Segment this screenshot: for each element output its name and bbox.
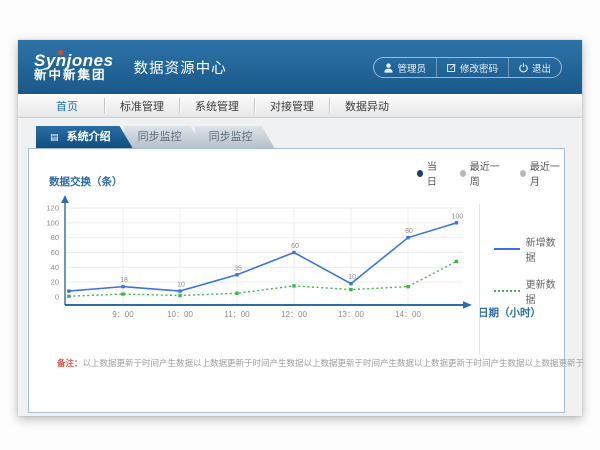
radio-dot-icon — [520, 170, 526, 177]
footnote-label: 备注： — [57, 358, 83, 368]
document-grid-icon: ▤ — [50, 132, 59, 142]
svg-text:18: 18 — [120, 277, 128, 284]
nav-item-integration-management[interactable]: 对接管理 — [255, 94, 329, 117]
svg-text:11：00: 11：00 — [224, 310, 250, 319]
tab-system-intro[interactable]: ▤ 系统介绍 — [36, 126, 133, 148]
logo-subtitle: 新中新集团 — [34, 69, 114, 82]
footnote: 备注：以上数据更新于时间产生数据以上数据更新于时间产生数据以上数据更新于时间产生… — [57, 357, 584, 369]
user-toolbar: 管理员 修改密码 退出 — [373, 57, 562, 78]
content-area: ▤ 系统介绍 同步监控 同步监控 当日 — [18, 118, 582, 416]
app-window: Synjones 新中新集团 数据资源中心 管理员 修改密码 — [18, 40, 582, 416]
svg-text:0: 0 — [55, 293, 59, 302]
legend-label: 更新数据 — [526, 276, 565, 306]
y-axis-title: 数据交换（条） — [49, 174, 123, 189]
svg-text:20: 20 — [51, 278, 59, 287]
svg-text:60: 60 — [51, 248, 59, 257]
svg-text:80: 80 — [51, 233, 59, 242]
user-icon — [384, 63, 393, 73]
svg-text:120: 120 — [46, 204, 59, 213]
svg-text:10: 10 — [177, 282, 185, 289]
edit-icon — [447, 63, 456, 72]
tab-sync-monitor-1[interactable]: 同步监控 — [124, 126, 204, 148]
tab-bar: ▤ 系统介绍 同步监控 同步监控 — [36, 126, 275, 148]
filter-last-month[interactable]: 最近一月 — [520, 158, 564, 188]
legend-item-new-data: 新增数据 — [494, 234, 565, 264]
time-range-filters: 当日 最近一周 最近一月 — [417, 158, 564, 188]
svg-text:12：00: 12：00 — [281, 310, 307, 319]
svg-text:10：00: 10：00 — [167, 310, 193, 319]
filter-today[interactable]: 当日 — [417, 158, 444, 188]
logout-label: 退出 — [532, 61, 551, 75]
header-bar: Synjones 新中新集团 数据资源中心 管理员 修改密码 — [18, 40, 582, 94]
change-password-label: 修改密码 — [460, 61, 498, 75]
tab-label: 同步监控 — [138, 131, 182, 143]
svg-text:100: 100 — [46, 218, 59, 227]
svg-text:35: 35 — [234, 265, 242, 272]
dotted-line-icon — [494, 290, 520, 292]
current-user[interactable]: 管理员 — [374, 58, 436, 77]
current-user-label: 管理员 — [397, 61, 426, 75]
nav-item-home[interactable]: 首页 — [30, 94, 104, 117]
footnote-text: 以上数据更新于时间产生数据以上数据更新于时间产生数据以上数据更新于时间产生数据以… — [83, 358, 585, 368]
nav-item-standard-management[interactable]: 标准管理 — [105, 94, 179, 117]
tab-sync-monitor-2[interactable]: 同步监控 — [195, 126, 275, 148]
svg-text:100: 100 — [452, 213, 464, 220]
page-title: 数据资源中心 — [134, 57, 227, 78]
filter-label: 最近一周 — [470, 158, 504, 188]
logo-title: Synjones — [34, 52, 114, 70]
tab-label: 系统介绍 — [67, 131, 111, 143]
legend-label: 新增数据 — [526, 234, 565, 264]
filter-last-week[interactable]: 最近一周 — [460, 158, 504, 188]
filter-label: 最近一月 — [530, 158, 564, 188]
change-password-button[interactable]: 修改密码 — [436, 58, 508, 77]
chart-panel: 当日 最近一周 最近一月 数据交换（条） 0 20 40 60 80 100 120 9：00… — [28, 148, 565, 413]
svg-text:14：00: 14：00 — [395, 310, 421, 319]
svg-text:60: 60 — [291, 243, 299, 250]
nav-item-data-change[interactable]: 数据异动 — [330, 94, 404, 117]
power-icon — [519, 63, 528, 73]
svg-text:40: 40 — [51, 263, 59, 272]
logo-accent-dot — [58, 50, 63, 55]
company-logo: Synjones 新中新集团 — [34, 52, 114, 83]
radio-dot-icon — [460, 170, 466, 177]
line-chart: 0 20 40 60 80 100 120 9：00 10：00 11：00 12：00 13：00 1… — [31, 193, 476, 333]
filter-label: 当日 — [427, 158, 444, 188]
svg-text:13：00: 13：00 — [338, 310, 364, 319]
main-nav: 首页 标准管理 系统管理 对接管理 数据异动 — [18, 94, 582, 118]
page: Synjones 新中新集团 数据资源中心 管理员 修改密码 — [0, 0, 600, 450]
nav-item-system-management[interactable]: 系统管理 — [180, 94, 254, 117]
solid-line-icon — [494, 248, 520, 250]
svg-text:9：00: 9：00 — [112, 310, 134, 319]
series-legend: 新增数据 更新数据 — [479, 204, 565, 354]
svg-text:10: 10 — [348, 274, 356, 281]
legend-item-update-data: 更新数据 — [494, 276, 565, 306]
radio-dot-icon — [417, 170, 423, 177]
tab-label: 同步监控 — [209, 131, 253, 143]
svg-text:80: 80 — [405, 228, 413, 235]
logout-button[interactable]: 退出 — [508, 58, 561, 77]
